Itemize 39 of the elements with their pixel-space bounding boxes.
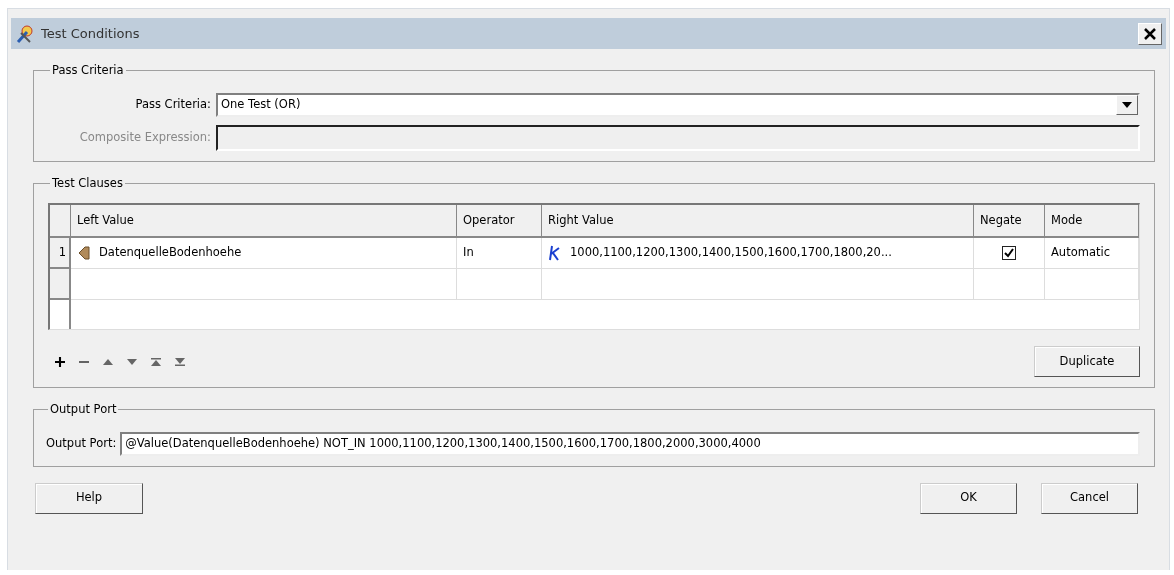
group-title: Pass Criteria xyxy=(51,65,125,77)
group-title: Test Clauses xyxy=(51,177,124,189)
dropdown-field[interactable]: One Test (OR) xyxy=(216,92,1140,117)
tools-icon xyxy=(15,23,35,44)
header-corner xyxy=(50,205,71,238)
caret-icon xyxy=(1122,101,1132,108)
input-field[interactable]: @Value(DatenquelleBodenhoehe) NOT_IN 1000,1100,1200,1300,1400,1500,1600,1700,1800,2000,3000,4000 xyxy=(120,431,1140,456)
column-header: Left Value xyxy=(71,205,457,238)
checkbox[interactable] xyxy=(1002,246,1016,260)
field-label: Pass Criteria: xyxy=(134,95,212,113)
move-to-top-icon xyxy=(151,357,161,366)
close-button[interactable] xyxy=(1138,22,1162,45)
add-icon xyxy=(55,355,65,368)
column-header: Right Value xyxy=(542,205,974,238)
column-header: Negate xyxy=(974,205,1045,238)
column-header: Mode xyxy=(1045,205,1139,238)
constant-icon xyxy=(548,245,562,261)
cancel-button[interactable]: Cancel xyxy=(1041,482,1138,514)
table-cell: 1000,1100,1200,1300,1400,1500,1600,1700,1800,20... xyxy=(570,244,892,262)
remove-icon xyxy=(79,360,89,363)
window-title: Test Conditions xyxy=(41,24,140,43)
table-cell: DatenquelleBodenhoehe xyxy=(99,244,242,262)
row-number: 1 xyxy=(50,238,71,269)
duplicate-button[interactable]: Duplicate xyxy=(1034,346,1140,377)
down-arrow-icon xyxy=(127,358,137,365)
up-arrow-icon xyxy=(103,358,113,365)
close-icon xyxy=(1144,27,1156,40)
ok-button[interactable]: OK xyxy=(920,482,1017,514)
field-label: Output Port: xyxy=(46,434,117,452)
field-label: Composite Expression: xyxy=(78,128,212,146)
table-cell: In xyxy=(457,238,542,269)
dropdown-value: One Test (OR) xyxy=(221,95,301,113)
group-title: Output Port xyxy=(49,404,118,416)
move-to-bottom-icon xyxy=(175,357,185,366)
dropdown-button[interactable] xyxy=(1116,94,1138,115)
attribute-icon xyxy=(77,245,91,261)
table-cell: Automatic xyxy=(1045,238,1139,269)
help-button[interactable]: Help xyxy=(35,482,143,514)
column-header: Operator xyxy=(457,205,542,238)
